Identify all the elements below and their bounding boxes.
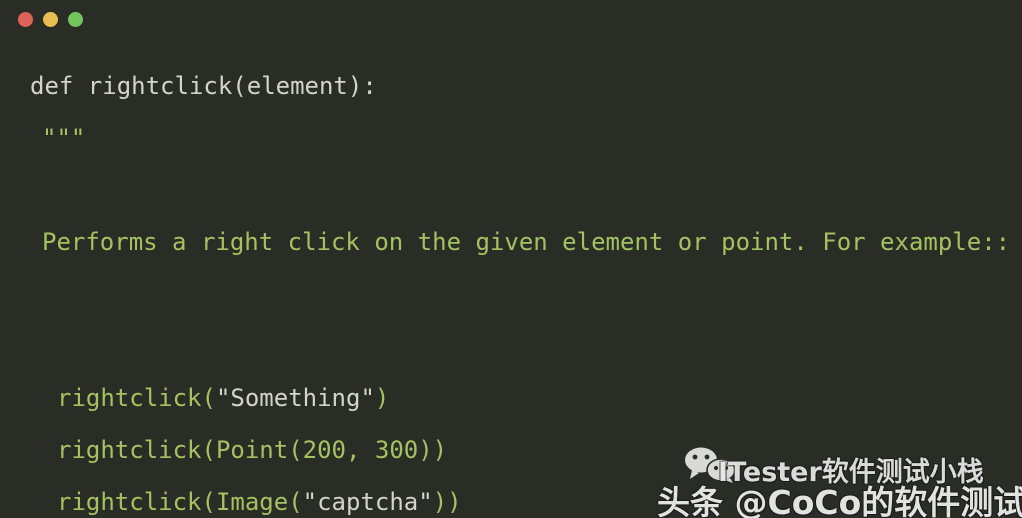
code-token: rightclick(: [57, 384, 216, 412]
code-token: ): [374, 384, 390, 412]
code-content[interactable]: def rightclick(element): """ Performs a r…: [0, 38, 1022, 518]
wechat-logo-icon: [685, 447, 736, 483]
code-token: "Something": [215, 384, 375, 412]
code-line: def rightclick(element):: [0, 60, 1022, 112]
code-line: """: [0, 112, 1022, 164]
code-line: rightclick("Something"): [0, 372, 1022, 424]
traffic-light-buttons: [18, 11, 83, 27]
code-token: rightclick(Image(: [57, 488, 303, 516]
code-editor-window: def rightclick(element): """ Performs a r…: [0, 0, 1022, 518]
code-line: rightclick(Point(200, 300)): [0, 424, 1022, 476]
maximize-window-button[interactable]: [68, 11, 83, 27]
code-token: def rightclick(element):: [30, 72, 377, 100]
code-token: "captcha": [302, 488, 433, 516]
code-token: Performs a right click on the given elem…: [42, 228, 1011, 256]
code-token: rightclick(Point(200, 300)): [57, 436, 448, 464]
minimize-window-button[interactable]: [43, 11, 58, 27]
code-token: """: [42, 124, 86, 152]
window-title-bar: [0, 0, 1022, 38]
code-line: rightclick(Image("captcha")): [0, 476, 1022, 518]
code-token: )): [432, 488, 462, 516]
close-window-button[interactable]: [18, 11, 33, 27]
code-line: Performs a right click on the given elem…: [0, 216, 1022, 268]
